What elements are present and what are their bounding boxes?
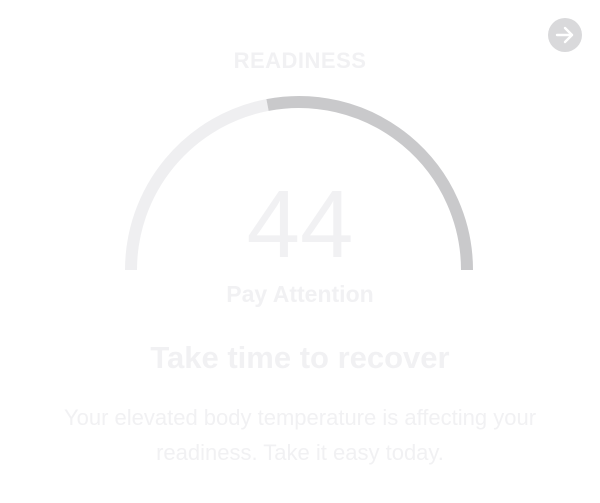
- readiness-message: Your elevated body temperature is affect…: [63, 405, 537, 465]
- readiness-status: Pay Attention: [226, 281, 374, 307]
- readiness-score: 44: [246, 171, 354, 278]
- readiness-headline: Take time to recover: [150, 340, 450, 375]
